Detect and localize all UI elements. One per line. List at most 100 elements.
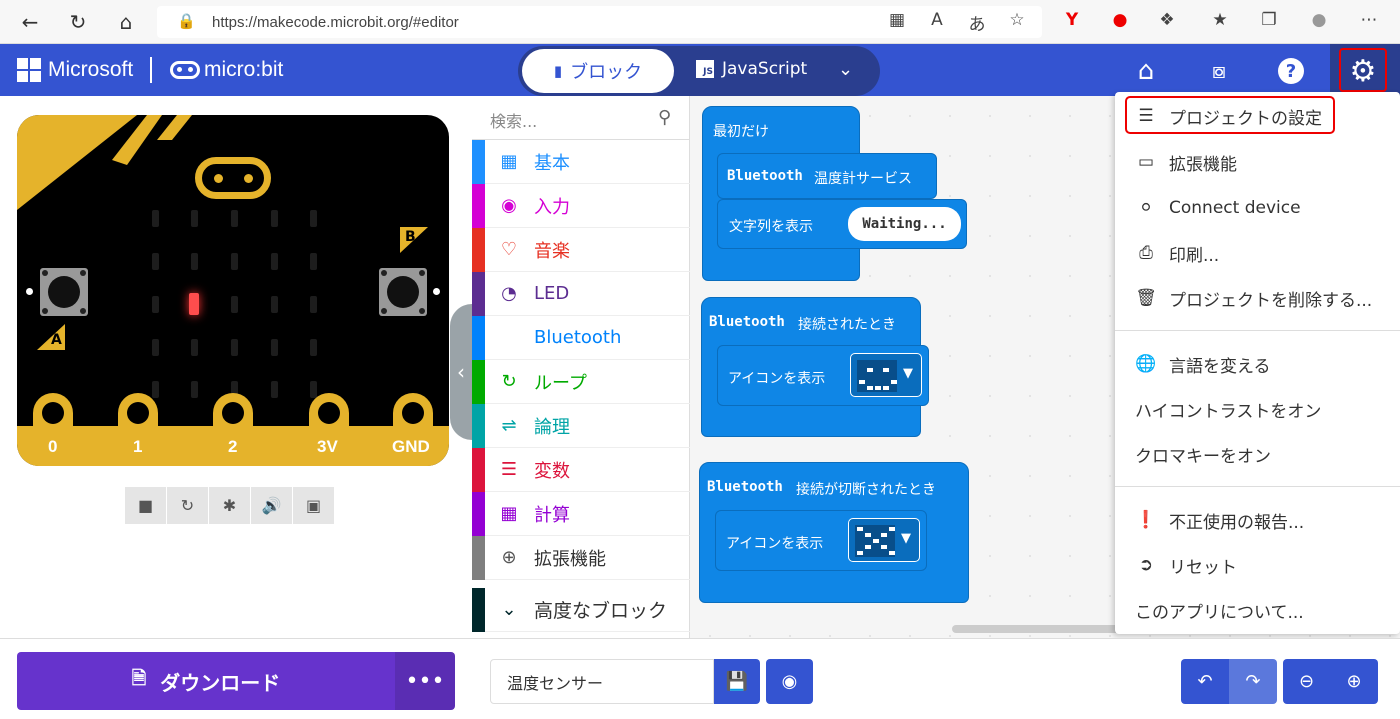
category-color-bar xyxy=(472,360,485,404)
translate-icon[interactable]: あ xyxy=(965,10,989,35)
workspace-scrollbar[interactable] xyxy=(952,625,1132,633)
menu-item-10[interactable]: このアプリについて... xyxy=(1115,588,1400,632)
zoom-in-button[interactable]: ⊕ xyxy=(1330,659,1378,704)
menu-item-8[interactable]: ❗ 不正使用の報告... xyxy=(1115,498,1400,542)
toolbox-category-3[interactable]: ◔ LED xyxy=(472,272,690,316)
menu-item-5[interactable]: 🌐 言語を変える xyxy=(1115,342,1400,386)
back-arrow-icon[interactable]: ← xyxy=(16,8,44,36)
show-string-block[interactable]: 文字列を表示 Waiting... xyxy=(717,199,967,249)
menu-item-1[interactable]: ▭ 拡張機能 xyxy=(1115,140,1400,184)
icon-picker[interactable]: ▼ xyxy=(850,353,922,397)
menu-item-6[interactable]: ハイコントラストをオン xyxy=(1115,387,1400,431)
led-cell xyxy=(271,381,278,398)
button-a[interactable] xyxy=(40,268,88,316)
app-header: Microsoft micro:bit ▮ ブロック JS JavaScript… xyxy=(0,44,1400,96)
pin-label: 3V xyxy=(317,437,338,456)
puzzle-icon[interactable]: ❖ xyxy=(1155,10,1179,30)
yahoo-icon[interactable]: Y xyxy=(1060,10,1084,30)
collapse-simulator-button[interactable]: ‹ xyxy=(450,304,472,440)
project-name-input[interactable]: 温度センサー xyxy=(490,659,714,704)
menu-item-4[interactable]: 🗑 プロジェクトを削除する... xyxy=(1115,276,1400,320)
toolbox-category-1[interactable]: ◉ 入力 xyxy=(472,184,690,228)
tab-blocks[interactable]: ▮ ブロック xyxy=(522,49,674,93)
download-more-button[interactable]: ••• xyxy=(395,652,455,710)
refresh-icon[interactable]: ↻ xyxy=(64,8,92,36)
menu-item-2[interactable]: ⚪ Connect device xyxy=(1115,186,1400,230)
button-a-dot xyxy=(26,288,33,295)
loop-icon: ↻ xyxy=(501,371,517,392)
tab-javascript-label: JavaScript xyxy=(722,59,808,79)
pin-label: 0 xyxy=(48,437,58,456)
toolbox-search[interactable]: 検索... ⚲ xyxy=(472,96,690,140)
show-string-label: 文字列を表示 xyxy=(729,219,813,235)
target-icon: ◉ xyxy=(501,195,517,216)
microsoft-label: Microsoft xyxy=(48,58,134,81)
debug-bug-icon[interactable]: ✱ xyxy=(209,487,250,524)
logo-touch-icon[interactable] xyxy=(195,157,271,199)
home-icon[interactable]: ⌂ xyxy=(1129,54,1163,88)
led-cell xyxy=(271,210,278,227)
led-cell xyxy=(271,339,278,356)
microbit-board[interactable]: A B 0 1 2 3V GND xyxy=(17,115,449,466)
led-cell xyxy=(271,253,278,270)
led-cell xyxy=(191,253,198,270)
led-cell xyxy=(231,210,238,227)
category-color-bar xyxy=(472,272,485,316)
more-icon[interactable]: ⋯ xyxy=(1357,10,1381,30)
toolbox-category-7[interactable]: ☰ 変数 xyxy=(472,448,690,492)
toolbox-category-4[interactable]: Bluetooth xyxy=(472,316,690,360)
search-icon[interactable]: ⚲ xyxy=(658,107,671,128)
share-icon[interactable]: ⧇ xyxy=(1202,54,1236,88)
address-bar[interactable]: 🔒 https://makecode.microbit.org/#editor xyxy=(157,6,1042,38)
toolbox-category-6[interactable]: ⇌ 論理 xyxy=(472,404,690,448)
favorite-add-icon[interactable]: ☆ xyxy=(1005,10,1029,30)
connected-label: 接続されたとき xyxy=(798,317,896,333)
toolbox-category-8[interactable]: ▦ 計算 xyxy=(472,492,690,536)
menu-item-label: Connect device xyxy=(1169,198,1301,218)
toolbox-category-2[interactable]: ♡ 音楽 xyxy=(472,228,690,272)
menu-item-7[interactable]: クロマキーをオン xyxy=(1115,432,1400,476)
reader-icon[interactable]: ▦ xyxy=(885,10,909,30)
github-button[interactable]: ◉ xyxy=(766,659,813,704)
help-icon[interactable]: ? xyxy=(1274,54,1308,88)
read-aloud-icon[interactable]: A xyxy=(925,10,949,30)
tab-javascript[interactable]: JS JavaScript xyxy=(696,59,807,79)
category-label: Bluetooth xyxy=(534,327,622,348)
favorites-icon[interactable]: ★ xyxy=(1208,10,1232,30)
signout-icon: ➲ xyxy=(1138,555,1154,575)
simulator-panel: A B 0 1 2 3V GND ■ ↻ ✱ 🔊 ▣ ‹ xyxy=(0,96,472,638)
chevron-down-icon[interactable]: ⌄ xyxy=(838,59,853,80)
microbit-logo[interactable]: micro:bit xyxy=(170,58,283,82)
toolbox-category-5[interactable]: ↻ ループ xyxy=(472,360,690,404)
toolbox-category-9[interactable]: ⊕ 拡張機能 xyxy=(472,536,690,580)
zoom-out-button[interactable]: ⊖ xyxy=(1283,659,1330,704)
toolbox-category-0[interactable]: ▦ 基本 xyxy=(472,140,690,184)
download-label: ダウンロード xyxy=(160,670,281,695)
button-b[interactable] xyxy=(379,268,427,316)
menu-item-3[interactable]: ⎙ 印刷... xyxy=(1115,231,1400,275)
home-icon[interactable]: ⌂ xyxy=(112,8,140,36)
bluetooth-temperature-service-block[interactable]: Bluetooth 温度計サービス xyxy=(717,153,937,199)
button-b-dot xyxy=(433,288,440,295)
restart-icon[interactable]: ↻ xyxy=(167,487,208,524)
puzzle-piece-icon: ▮ xyxy=(553,62,563,80)
microbit-label: micro:bit xyxy=(204,58,284,81)
fullscreen-icon[interactable]: ▣ xyxy=(293,487,334,524)
string-value-field[interactable]: Waiting... xyxy=(848,207,961,241)
microsoft-logo[interactable]: Microsoft xyxy=(17,58,133,82)
extension-red-icon[interactable]: ● xyxy=(1108,10,1132,30)
redo-button[interactable]: ↷ xyxy=(1229,659,1277,704)
save-button[interactable]: 💾 xyxy=(714,659,760,704)
menu-item-9[interactable]: ➲ リセット xyxy=(1115,543,1400,587)
collections-icon[interactable]: ❐ xyxy=(1257,10,1281,30)
stop-icon[interactable]: ■ xyxy=(125,487,166,524)
toolbox-category-10[interactable]: ⌄ 高度なブロック xyxy=(472,588,690,632)
download-button[interactable]: 🗎 ダウンロード xyxy=(17,652,395,710)
show-icon-block[interactable]: アイコンを表示 ▼ xyxy=(715,510,927,571)
sound-icon[interactable]: 🔊 xyxy=(251,487,292,524)
icon-picker[interactable]: ▼ xyxy=(848,518,920,562)
show-icon-block[interactable]: アイコンを表示 ▼ xyxy=(717,345,929,406)
undo-button[interactable]: ↶ xyxy=(1181,659,1229,704)
led-cell xyxy=(191,381,198,398)
profile-avatar-icon[interactable]: ● xyxy=(1307,10,1331,30)
